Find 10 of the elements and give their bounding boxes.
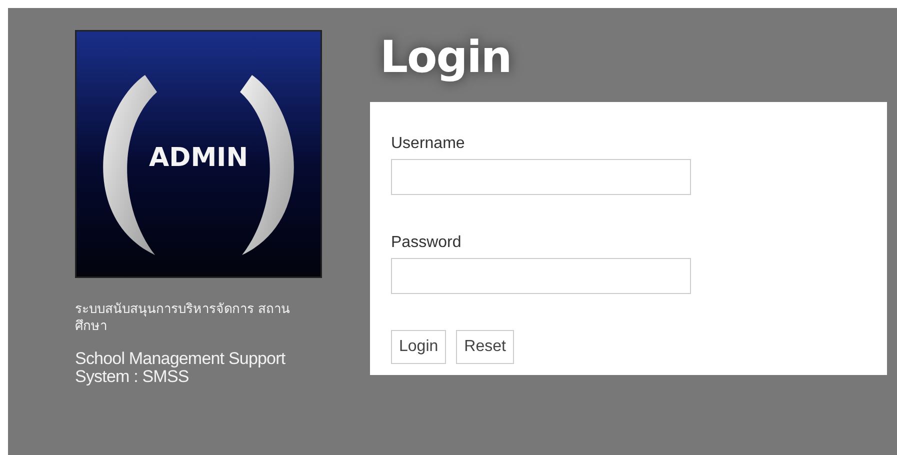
- system-name-thai: ระบบสนับสนุนการบริหารจัดการ สถานศึกษา: [75, 302, 292, 336]
- field-label: Username: [391, 136, 465, 152]
- logo-text: ADMIN: [149, 143, 248, 173]
- login-button[interactable]: Login: [391, 330, 446, 364]
- field-label: Password: [391, 235, 462, 251]
- input-field[interactable]: [391, 258, 691, 294]
- system-name-english: School Management Support System : SMSS: [75, 350, 286, 386]
- reset-button[interactable]: Reset: [456, 330, 514, 364]
- login-title: Login: [380, 36, 512, 80]
- input-field[interactable]: [391, 159, 691, 195]
